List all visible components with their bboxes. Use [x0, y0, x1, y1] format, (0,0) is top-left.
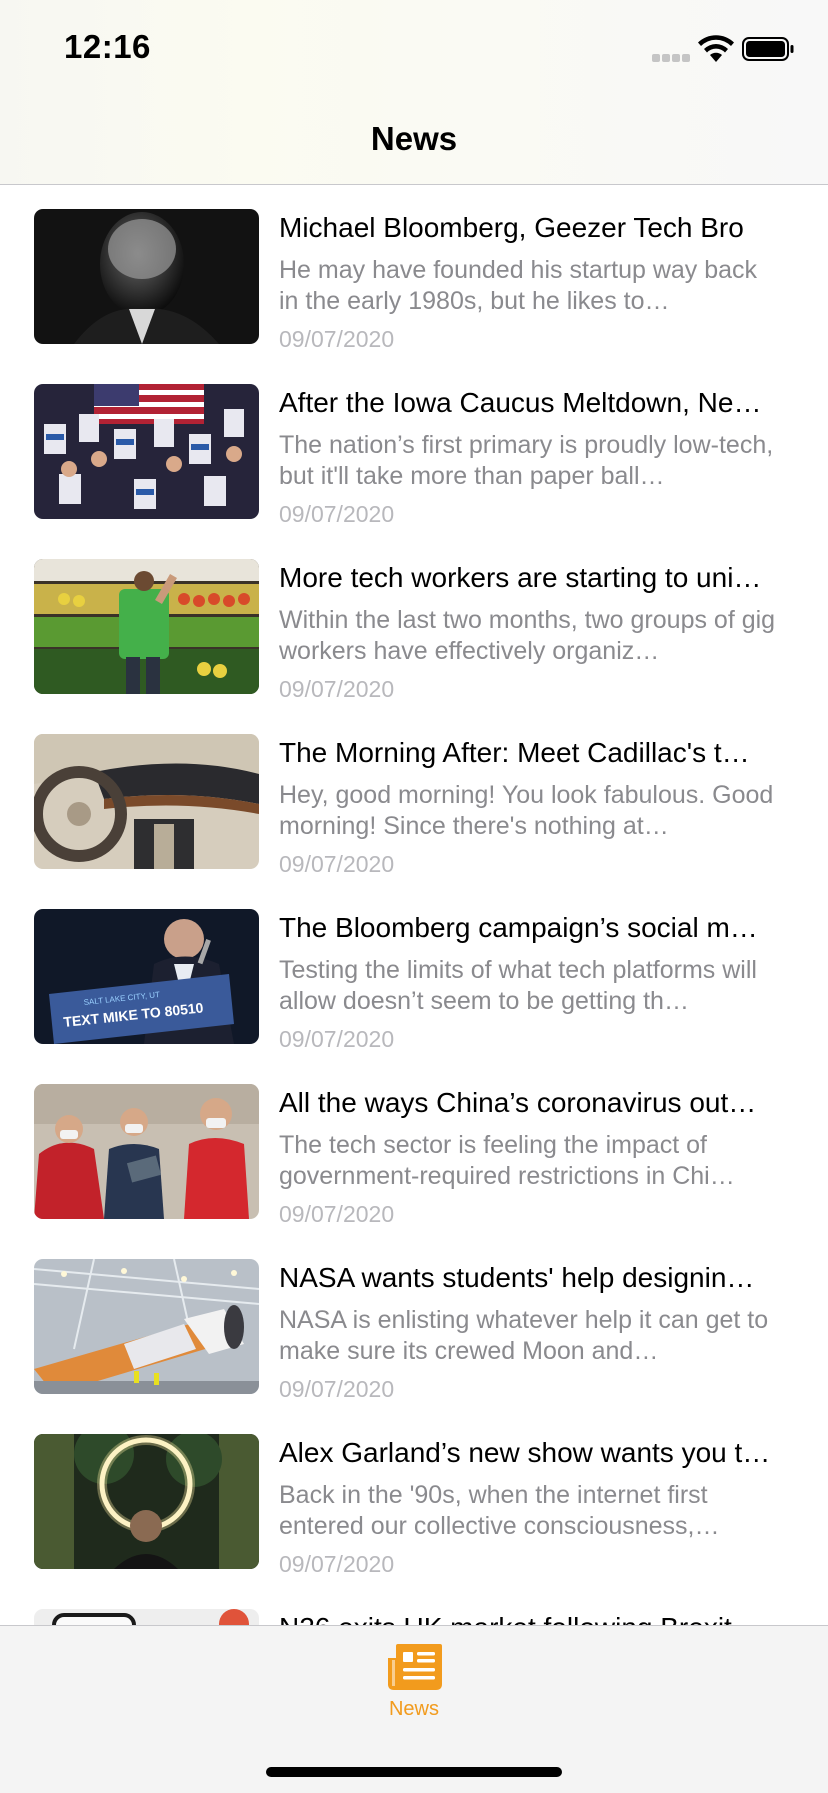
- article-summary: He may have founded his startup way back…: [279, 256, 758, 315]
- article-thumbnail: [34, 734, 259, 869]
- cellular-signal-icon: [652, 54, 692, 62]
- news-row[interactable]: N26 exits UK market following Brexit: [0, 1585, 828, 1625]
- article-title: Michael Bloomberg, Geezer Tech Bro: [279, 212, 744, 243]
- battery-icon: [742, 37, 794, 61]
- article-summary: Testing the limits of what tech platform…: [279, 956, 757, 1015]
- news-row[interactable]: TEXT MIKE TO 80510 SALT LAKE CITY, UT Th…: [0, 885, 828, 1060]
- article-title: The Morning After: Meet Cadillac's t…: [279, 737, 750, 768]
- article-thumbnail: [34, 559, 259, 694]
- status-bar: 12:16: [0, 0, 828, 100]
- article-summary: Back in the '90s, when the internet firs…: [279, 1481, 720, 1540]
- article-summary: Within the last two months, two groups o…: [279, 606, 776, 665]
- article-thumbnail: [34, 1084, 259, 1219]
- article-date: 09/07/2020: [279, 1201, 395, 1227]
- news-row[interactable]: After the Iowa Caucus Meltdown, Ne… The …: [0, 360, 828, 535]
- article-title: More tech workers are starting to uni…: [279, 562, 762, 593]
- status-time: 12:16: [64, 28, 151, 65]
- news-row[interactable]: NASA wants students' help designin… NASA…: [0, 1235, 828, 1410]
- page-title: News: [370, 120, 458, 157]
- article-title: N26 exits UK market following Brexit: [279, 1611, 779, 1625]
- article-title: After the Iowa Caucus Meltdown, Ne…: [279, 387, 762, 418]
- article-date: 09/07/2020: [279, 1026, 395, 1052]
- article-thumbnail: [34, 1434, 259, 1569]
- article-summary: NASA is enlisting whatever help it can g…: [279, 1306, 769, 1365]
- news-list[interactable]: Michael Bloomberg, Geezer Tech Bro He ma…: [0, 185, 828, 1625]
- home-indicator[interactable]: [266, 1767, 562, 1777]
- article-date: 09/07/2020: [279, 501, 395, 527]
- news-row[interactable]: All the ways China’s coronavirus out… Th…: [0, 1060, 828, 1235]
- article-date: 09/07/2020: [279, 851, 395, 877]
- article-thumbnail: [34, 209, 259, 344]
- article-title: The Bloomberg campaign’s social m…: [279, 912, 758, 943]
- article-thumbnail: [34, 1259, 259, 1394]
- navigation-bar: 12:16 News: [0, 0, 828, 185]
- article-title: NASA wants students' help designin…: [279, 1262, 755, 1293]
- article-thumbnail: TEXT MIKE TO 80510 SALT LAKE CITY, UT: [34, 909, 259, 1044]
- article-thumbnail: [34, 1609, 259, 1625]
- article-thumbnail: [34, 384, 259, 519]
- news-row[interactable]: The Morning After: Meet Cadillac's t… He…: [0, 710, 828, 885]
- article-title: All the ways China’s coronavirus out…: [279, 1087, 757, 1118]
- article-date: 09/07/2020: [279, 676, 395, 702]
- newspaper-icon: [388, 1644, 442, 1690]
- news-row[interactable]: Alex Garland’s new show wants you t… Bac…: [0, 1410, 828, 1585]
- article-title: Alex Garland’s new show wants you t…: [279, 1437, 771, 1468]
- article-summary: Hey, good morning! You look fabulous. Go…: [279, 781, 774, 840]
- news-row[interactable]: Michael Bloomberg, Geezer Tech Bro He ma…: [0, 185, 828, 360]
- tab-news[interactable]: News: [364, 1642, 464, 1726]
- news-row[interactable]: More tech workers are starting to uni… W…: [0, 535, 828, 710]
- article-summary: The nation’s first primary is proudly lo…: [279, 431, 774, 490]
- article-date: 09/07/2020: [279, 326, 395, 352]
- article-date: 09/07/2020: [279, 1376, 395, 1402]
- tab-news-label: News: [388, 1698, 439, 1720]
- wifi-icon: [698, 35, 734, 62]
- article-date: 09/07/2020: [279, 1551, 395, 1577]
- article-summary: The tech sector is feeling the impact of…: [279, 1131, 735, 1190]
